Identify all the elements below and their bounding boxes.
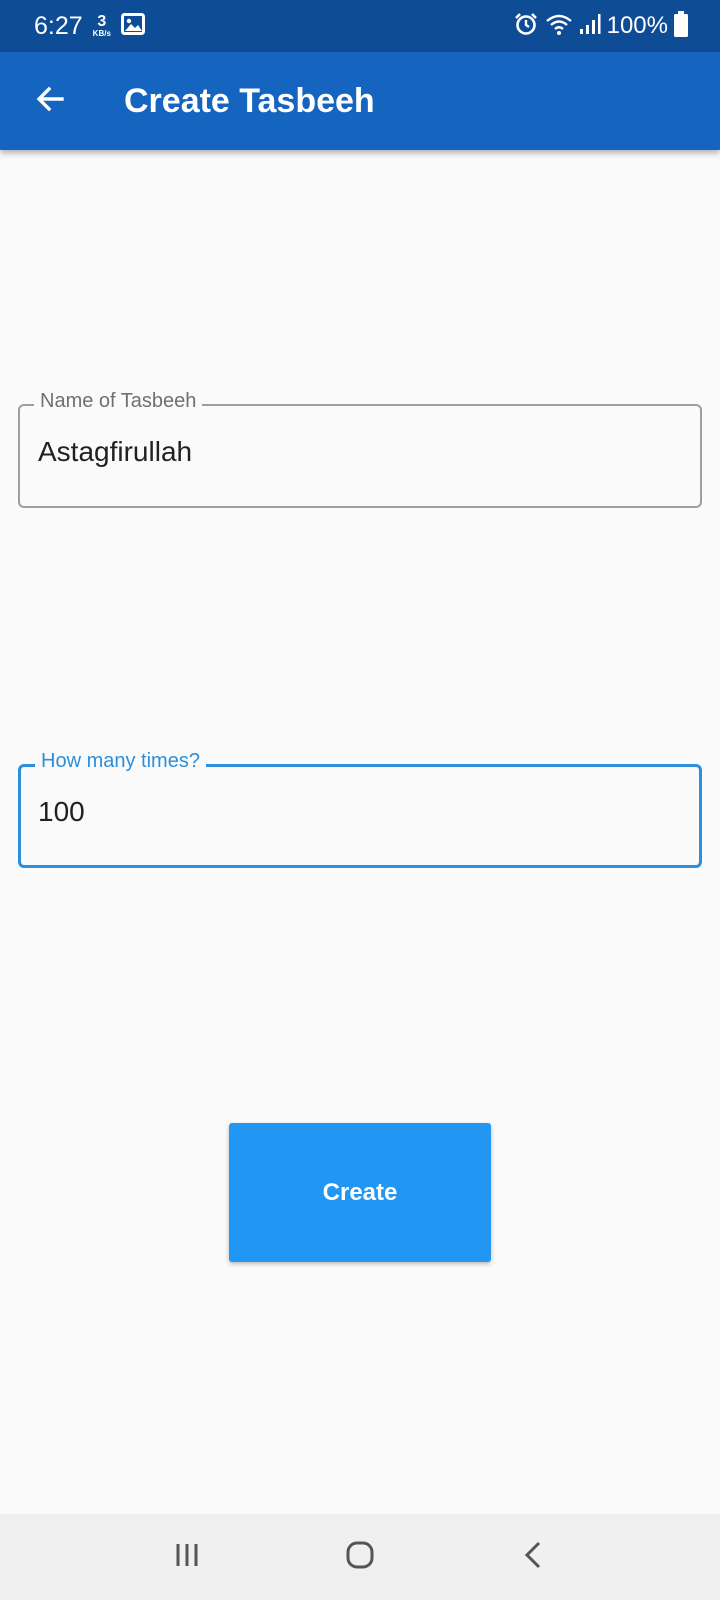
home-icon	[344, 1539, 376, 1576]
create-button[interactable]: Create	[229, 1123, 491, 1262]
system-nav-bar	[0, 1514, 720, 1600]
name-field-label: Name of Tasbeeh	[34, 390, 203, 413]
battery-icon	[674, 10, 688, 42]
back-button[interactable]	[22, 73, 78, 129]
status-right: 100%	[513, 10, 688, 42]
signal-icon	[579, 12, 601, 41]
name-input[interactable]	[38, 436, 678, 468]
page-title: Create Tasbeeh	[124, 81, 375, 120]
battery-percent: 100%	[606, 12, 668, 39]
app-bar: Create Tasbeeh	[0, 52, 720, 150]
recent-apps-button[interactable]	[157, 1527, 217, 1587]
wifi-icon	[545, 12, 573, 41]
image-icon	[120, 12, 145, 40]
network-speed: 3 KB/s	[93, 14, 111, 38]
home-button[interactable]	[330, 1527, 390, 1587]
status-bar: 6:27 3 KB/s 100%	[0, 0, 720, 52]
arrow-back-icon	[34, 83, 66, 120]
alarm-icon	[513, 11, 539, 42]
status-time: 6:27	[34, 11, 83, 40]
count-input[interactable]	[38, 796, 678, 828]
back-icon	[519, 1539, 547, 1576]
nav-back-button[interactable]	[503, 1527, 563, 1587]
status-left: 6:27 3 KB/s	[34, 12, 145, 41]
recent-apps-icon	[173, 1541, 201, 1574]
count-field-label: How many times?	[35, 750, 206, 773]
name-field[interactable]: Name of Tasbeeh	[18, 390, 702, 508]
count-field[interactable]: How many times?	[18, 750, 702, 868]
network-speed-unit: KB/s	[92, 29, 111, 38]
network-speed-value: 3	[97, 13, 107, 30]
